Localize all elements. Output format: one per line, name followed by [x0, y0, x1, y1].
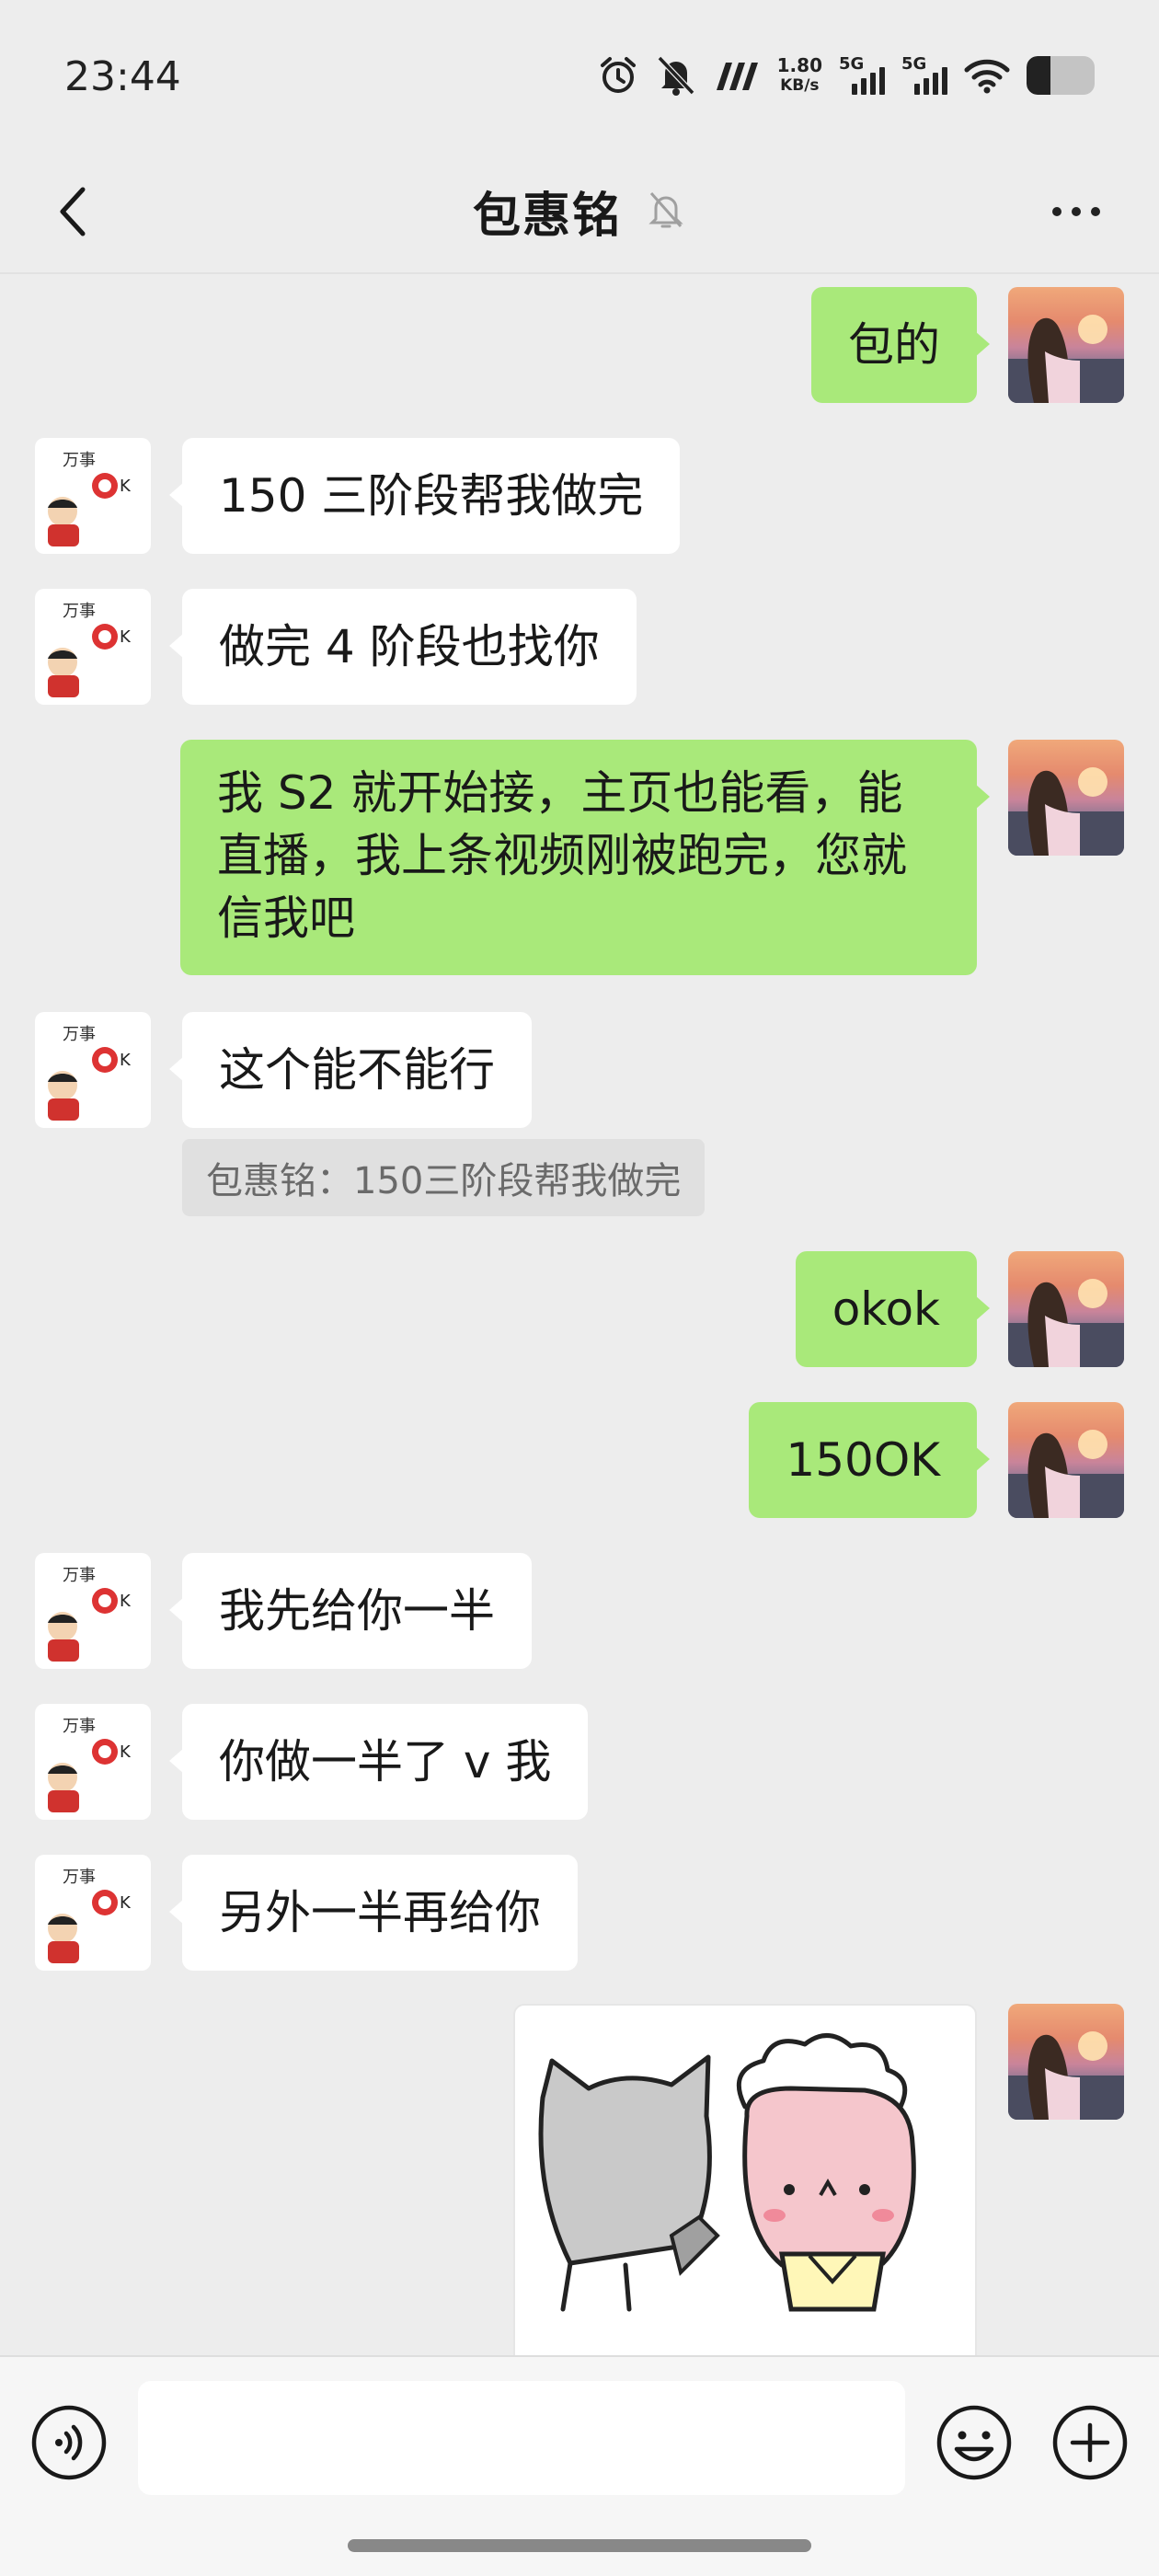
net-speed-value: 1.80 — [776, 54, 822, 76]
message-bubble-other[interactable]: 做完 4 阶段也找你 — [169, 589, 637, 705]
message-bubble-self[interactable]: 我 S2 就开始接，主页也能看，能 直播，我上条视频刚被跑完，您就 信我吧 — [180, 740, 990, 975]
quoted-message[interactable]: 包惠铭：150三阶段帮我做完 — [182, 1139, 706, 1216]
plus-button[interactable] — [1050, 2403, 1130, 2482]
svg-text:K: K — [120, 627, 132, 647]
self-avatar[interactable] — [1008, 287, 1124, 403]
message-line: 直播，我上条视频刚被跑完，您就 — [217, 829, 907, 882]
emoji-icon — [936, 2405, 1012, 2480]
message-line: 信我吧 — [217, 891, 355, 945]
self-avatar[interactable] — [1008, 1251, 1124, 1367]
svg-text:K: K — [120, 477, 132, 496]
message-bubble-other[interactable]: 另外一半再给你 — [169, 1855, 578, 1971]
message-text: 我先给你一半 — [219, 1584, 495, 1638]
signal-icon-2: 5G — [901, 54, 947, 97]
message-text-multiline: 我 S2 就开始接，主页也能看，能 直播，我上条视频刚被跑完，您就 信我吧 — [217, 762, 907, 949]
message-text: 你做一半了 v 我 — [219, 1735, 552, 1788]
net-speed-unit: KB/s — [780, 76, 820, 95]
message-text: okok — [832, 1282, 940, 1336]
message-text: 包的 — [848, 318, 940, 372]
status-time: 23:44 — [64, 53, 181, 100]
contact-avatar[interactable]: 万事 K — [35, 589, 151, 705]
more-icon-dot — [1072, 207, 1081, 216]
self-avatar[interactable] — [1008, 740, 1124, 856]
contact-avatar[interactable]: 万事 K — [35, 1012, 151, 1128]
message-line: 我 S2 就开始接，主页也能看，能 — [217, 766, 903, 820]
voice-icon — [31, 2405, 107, 2480]
more-button[interactable] — [1030, 175, 1122, 248]
net-speed: 1.80 KB/s — [777, 55, 822, 96]
message-bubble-other[interactable]: 我先给你一半 — [169, 1553, 532, 1669]
message-bubble-self[interactable]: 150OK — [749, 1402, 990, 1518]
svg-text:万事: 万事 — [63, 1566, 96, 1585]
svg-text:K: K — [120, 1051, 132, 1070]
message-bubble-other[interactable]: 150 三阶段帮我做完 — [168, 438, 681, 554]
message-input[interactable] — [138, 2381, 905, 2495]
notification-muted-icon — [646, 188, 686, 236]
contact-avatar[interactable]: 万事 K — [35, 1855, 151, 1971]
status-bar: 23:44 1.80 KB/s 5G 5G — [0, 0, 1159, 147]
alarm-icon — [597, 54, 639, 97]
message-list[interactable]: 包的 万事 K 150 三阶段帮我做完 万事 K 做完 4 阶段也找你 我 S2 就… — [0, 274, 1159, 2355]
hd-icon — [713, 57, 761, 94]
plus-icon — [1052, 2405, 1128, 2480]
signal-icon: 5G — [839, 54, 885, 97]
contact-avatar[interactable]: 万事 K — [35, 1704, 151, 1820]
message-text: 150OK — [786, 1433, 940, 1487]
message-bubble-self[interactable]: okok — [795, 1251, 991, 1367]
home-indicator[interactable] — [348, 2539, 811, 2552]
wifi-icon — [964, 57, 1010, 94]
status-icons: 1.80 KB/s 5G 5G — [597, 50, 1095, 101]
quoted-text: 包惠铭：150三阶段帮我做完 — [206, 1160, 682, 1202]
svg-text:万事: 万事 — [63, 1717, 96, 1736]
self-avatar[interactable] — [1008, 2004, 1124, 2120]
title-wrap: 包惠铭 — [0, 177, 1159, 246]
self-avatar[interactable] — [1008, 1402, 1124, 1518]
svg-text:万事: 万事 — [63, 1868, 96, 1887]
message-text: 这个能不能行 — [219, 1043, 495, 1097]
battery-icon — [1027, 56, 1095, 95]
message-text: 150 三阶段帮我做完 — [219, 469, 644, 523]
svg-text:K: K — [120, 1893, 132, 1913]
more-icon-dot — [1091, 207, 1100, 216]
more-icon-dot — [1052, 207, 1061, 216]
emoji-button[interactable] — [935, 2403, 1014, 2482]
svg-text:万事: 万事 — [63, 602, 96, 621]
message-bubble-self[interactable]: 包的 — [811, 287, 990, 403]
message-text: 另外一半再给你 — [219, 1886, 541, 1939]
svg-text:万事: 万事 — [63, 1025, 96, 1044]
cat-and-rabbit-sticker[interactable] — [513, 2004, 977, 2355]
message-text: 做完 4 阶段也找你 — [219, 620, 600, 673]
svg-text:K: K — [120, 1592, 132, 1611]
message-bubble-other[interactable]: 这个能不能行 — [169, 1012, 532, 1128]
chat-title: 包惠铭 — [472, 189, 622, 244]
voice-button[interactable] — [29, 2403, 109, 2482]
contact-avatar[interactable]: 万事 K — [35, 1553, 151, 1669]
contact-avatar[interactable]: 万事 K — [35, 438, 151, 554]
battery-fill — [1027, 56, 1050, 95]
svg-text:K: K — [120, 1742, 132, 1762]
svg-text:万事: 万事 — [63, 451, 96, 470]
message-bubble-other[interactable]: 你做一半了 v 我 — [168, 1704, 589, 1820]
mute-icon — [656, 54, 696, 97]
chat-header: 包惠铭 — [0, 147, 1159, 272]
